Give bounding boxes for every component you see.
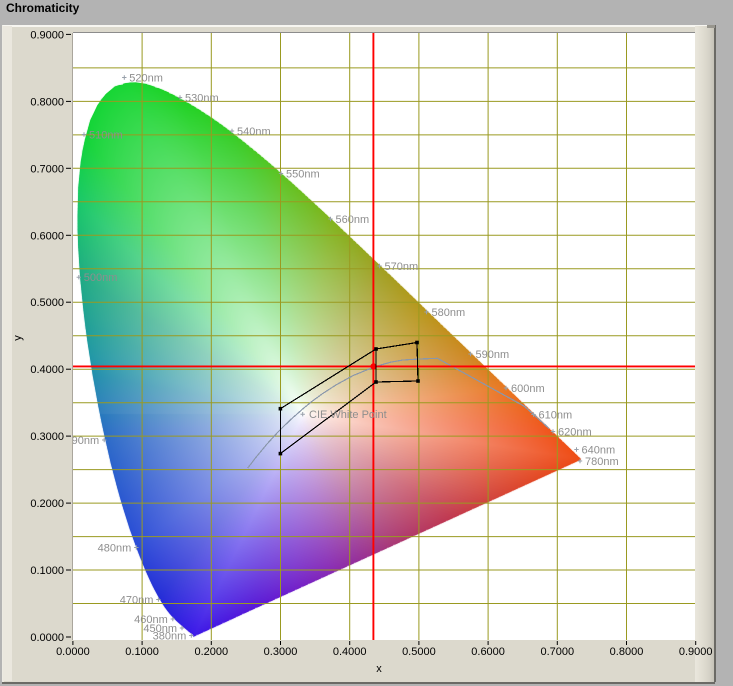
svg-text:0.6000: 0.6000: [471, 646, 505, 658]
svg-text:500nm: 500nm: [84, 272, 118, 284]
svg-text:610nm: 610nm: [539, 410, 573, 422]
svg-text:540nm: 540nm: [237, 126, 271, 138]
svg-text:510nm: 510nm: [89, 130, 123, 142]
svg-text:0.9000: 0.9000: [30, 29, 64, 41]
svg-text:640nm: 640nm: [582, 445, 616, 457]
svg-text:580nm: 580nm: [432, 307, 466, 319]
svg-text:0.1000: 0.1000: [30, 565, 64, 577]
svg-text:x: x: [376, 663, 382, 675]
svg-text:0.3000: 0.3000: [30, 431, 64, 443]
svg-text:CIE White Point: CIE White Point: [309, 409, 387, 421]
svg-text:0.4000: 0.4000: [333, 646, 367, 658]
svg-text:0.1000: 0.1000: [125, 646, 159, 658]
svg-text:530nm: 530nm: [185, 93, 219, 105]
svg-text:0.2000: 0.2000: [194, 646, 228, 658]
svg-text:780nm: 780nm: [585, 456, 619, 468]
svg-text:490nm: 490nm: [66, 435, 100, 447]
svg-text:590nm: 590nm: [476, 349, 510, 361]
svg-text:380nm: 380nm: [153, 631, 187, 643]
svg-text:520nm: 520nm: [129, 73, 163, 85]
svg-text:0.3000: 0.3000: [264, 646, 298, 658]
svg-text:y: y: [12, 335, 24, 341]
svg-text:0.8000: 0.8000: [30, 96, 64, 108]
svg-text:0.6000: 0.6000: [30, 230, 64, 242]
svg-text:0.4000: 0.4000: [30, 364, 64, 376]
svg-text:0.0000: 0.0000: [30, 632, 64, 644]
svg-text:560nm: 560nm: [336, 214, 370, 226]
svg-text:600nm: 600nm: [511, 383, 545, 395]
svg-text:550nm: 550nm: [286, 169, 320, 181]
svg-text:0.5000: 0.5000: [402, 646, 436, 658]
svg-text:0.7000: 0.7000: [540, 646, 574, 658]
svg-text:480nm: 480nm: [98, 543, 132, 555]
svg-text:0.5000: 0.5000: [30, 297, 64, 309]
svg-text:0.9000: 0.9000: [679, 646, 713, 658]
svg-text:0.7000: 0.7000: [30, 163, 64, 175]
svg-text:470nm: 470nm: [120, 595, 154, 607]
svg-text:0.8000: 0.8000: [610, 646, 644, 658]
svg-text:570nm: 570nm: [385, 261, 419, 273]
svg-text:620nm: 620nm: [558, 427, 592, 439]
svg-text:0.0000: 0.0000: [56, 646, 90, 658]
svg-text:0.2000: 0.2000: [30, 498, 64, 510]
